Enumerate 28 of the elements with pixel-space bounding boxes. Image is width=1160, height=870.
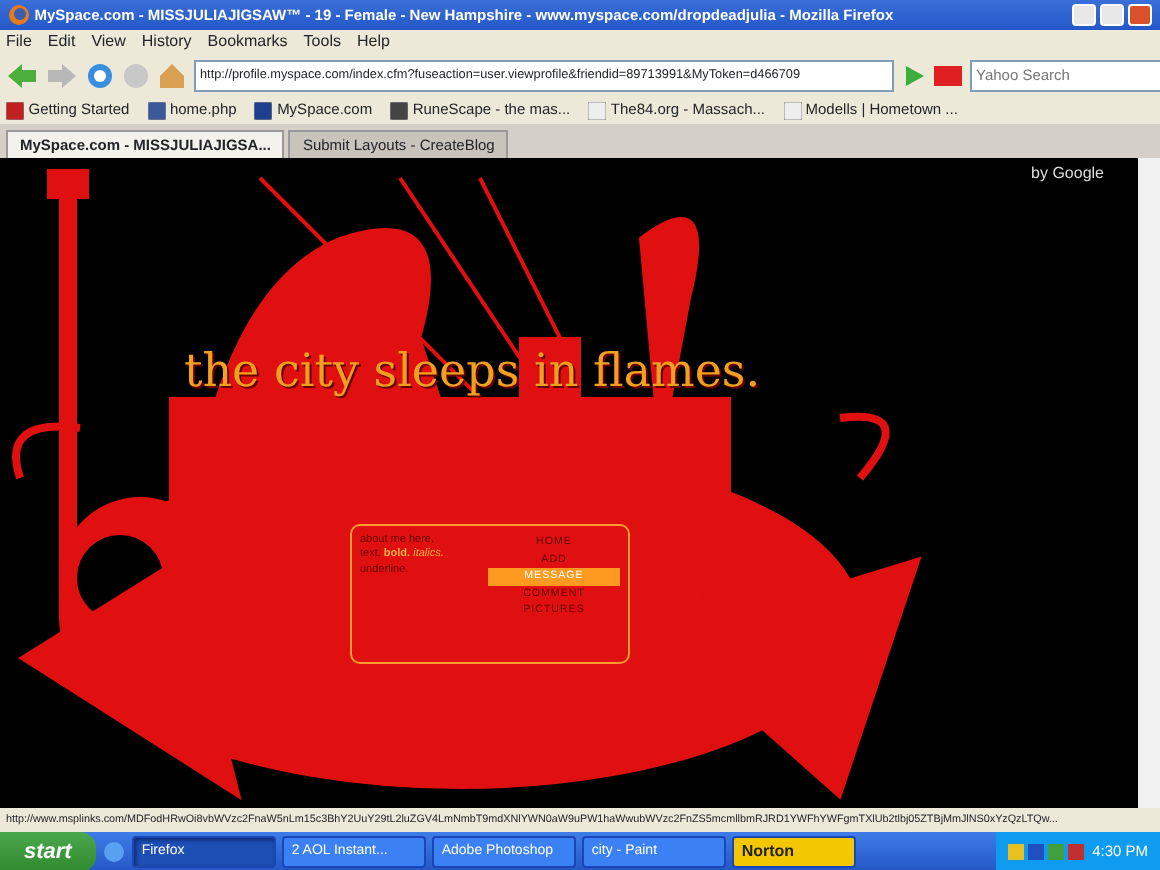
menu-item[interactable]: History: [141, 30, 192, 54]
stop-icon[interactable]: [122, 61, 150, 89]
bookmark-icon: [390, 101, 409, 119]
bookmark-icon: [254, 101, 273, 119]
browser-icon[interactable]: [101, 840, 126, 864]
start-button[interactable]: start: [0, 832, 96, 870]
bookmark-icon: [6, 101, 24, 119]
menu-item[interactable]: Bookmarks: [207, 30, 288, 54]
scrollbar[interactable]: [1138, 158, 1160, 808]
bookmark-icon: [588, 101, 607, 119]
bookmark-icon: [147, 101, 166, 119]
back-arrow-icon[interactable]: [6, 61, 38, 89]
taskbar-button[interactable]: Norton: [731, 836, 856, 868]
google-credit: by Google: [1031, 162, 1104, 186]
go-arrow-icon[interactable]: [902, 63, 926, 87]
menu-item[interactable]: Help: [356, 30, 390, 54]
menu-item[interactable]: View: [91, 30, 126, 54]
menu-item[interactable]: Tools: [303, 30, 341, 54]
forward-arrow-icon[interactable]: [46, 61, 78, 89]
bookmark-icon: [783, 101, 802, 119]
menu-item[interactable]: Edit: [47, 30, 76, 54]
home-icon[interactable]: [158, 61, 186, 89]
close-button[interactable]: [1128, 4, 1152, 26]
menu-item[interactable]: File: [6, 30, 32, 54]
reload-icon[interactable]: [86, 61, 114, 89]
minimize-button[interactable]: [1072, 4, 1096, 26]
maximize-button[interactable]: [1100, 4, 1124, 26]
tray-icons: [1007, 842, 1088, 862]
